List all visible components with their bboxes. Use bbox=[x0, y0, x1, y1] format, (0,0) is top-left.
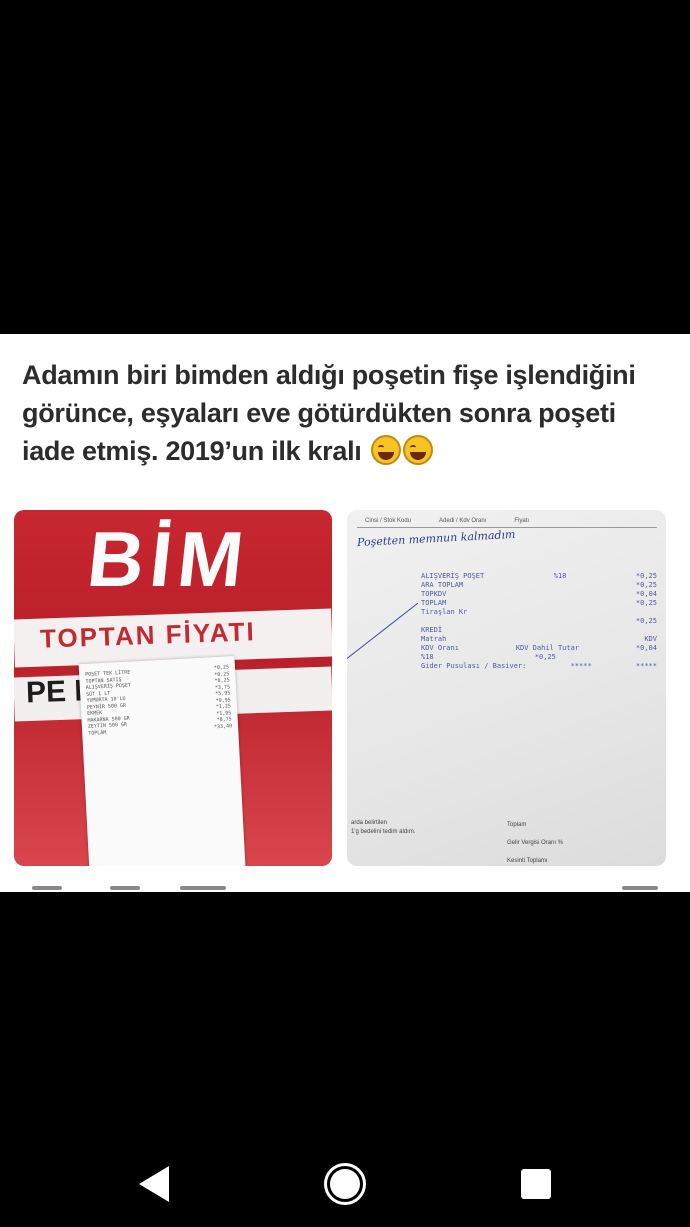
receipt-line: ALIŞVERİŞ POŞET %18 *0,25 bbox=[421, 572, 657, 580]
receipt-line: ARA TOPLAM *0,25 bbox=[421, 581, 657, 589]
footer-text: arda belirtilen bbox=[351, 820, 388, 826]
header-col: Fiyatı bbox=[514, 517, 530, 524]
back-icon bbox=[139, 1166, 169, 1202]
grinning-sweat-face-icon bbox=[402, 435, 433, 465]
caption-line-3-wrap: iade etmiş. 2019’un ilk kralı bbox=[22, 432, 672, 470]
receipt-line: *0,25 bbox=[635, 617, 657, 625]
receipt-line: Gider Pusulası / Basiver: ***** ***** bbox=[421, 662, 657, 670]
caption-line-1: Adamın biri bimden aldığı poşetin fişe i… bbox=[22, 360, 636, 390]
bookmark-icon[interactable] bbox=[622, 886, 658, 890]
grinning-sweat-face-icon bbox=[370, 435, 401, 465]
receipt-footer: arda belirtilen 1'g bedelini tedim aldım… bbox=[347, 818, 666, 866]
receipt-line: Matrah KDV bbox=[421, 635, 657, 643]
back-button[interactable] bbox=[124, 1154, 184, 1214]
footer-text: Kesinti Toplamı bbox=[507, 858, 548, 864]
header-col: Adedi / Kdv Oranı bbox=[439, 517, 487, 524]
post-caption: Adamın biri bimden aldığı poşetin fişe i… bbox=[22, 356, 672, 470]
like-icon[interactable] bbox=[32, 886, 62, 890]
footer-text: Toplam bbox=[507, 822, 527, 828]
receipt-header: Cinsi / Stok Kodu Adedi / Kdv Oranı Fiya… bbox=[357, 514, 657, 528]
receipt-line: %18 *0,25 bbox=[421, 653, 556, 661]
receipt-photo-left[interactable]: BİM TOPTAN FİYATI PE DE SA POŞET TEK LİT… bbox=[14, 510, 332, 866]
bim-logo: BİM bbox=[83, 515, 254, 603]
receipt-line: TOPKDV *0,04 bbox=[421, 590, 657, 598]
pen-stroke bbox=[347, 602, 419, 659]
receipt-line: KDV Oranı KDV Dahil Tutar *0,04 bbox=[421, 644, 657, 652]
recents-icon bbox=[521, 1169, 551, 1199]
handwritten-note: Poşetten memnun kalmadım bbox=[356, 527, 516, 550]
reaction-bar bbox=[0, 878, 690, 892]
header-col: Cinsi / Stok Kodu bbox=[365, 517, 412, 524]
footer-text: Gelir Vergisi Oranı % bbox=[507, 840, 564, 846]
receipt-line: TOPLAM *0,25 bbox=[421, 599, 657, 607]
home-icon bbox=[324, 1163, 366, 1205]
caption-line-2: görünce, eşyaları eve götürdükten sonra … bbox=[22, 398, 616, 428]
return-receipt: ALIŞVERİŞ POŞET %18 *0,25 ARA TOPLAM *0,25 … bbox=[421, 572, 657, 671]
receipt-photo-right[interactable]: Cinsi / Stok Kodu Adedi / Kdv Oranı Fiya… bbox=[347, 510, 666, 866]
footer-text: 1'g bedelini tedim aldım. bbox=[351, 829, 416, 835]
receipt-line: Tiraşlan Kr bbox=[421, 608, 468, 616]
post-card: Adamın biri bimden aldığı poşetin fişe i… bbox=[0, 334, 690, 892]
caption-line-3: iade etmiş. 2019’un ilk kralı bbox=[22, 436, 362, 466]
bim-receipt: POŞET TEK LİTRE *0,25 TOPTAN SATIŞ *0,25 A… bbox=[78, 656, 246, 866]
receipt-line: KREDİ bbox=[421, 626, 443, 634]
comment-icon[interactable] bbox=[110, 886, 140, 890]
recents-button[interactable] bbox=[506, 1154, 566, 1214]
share-icon[interactable] bbox=[180, 886, 226, 890]
system-navigation-bar bbox=[0, 1120, 690, 1227]
home-button[interactable] bbox=[315, 1154, 375, 1214]
